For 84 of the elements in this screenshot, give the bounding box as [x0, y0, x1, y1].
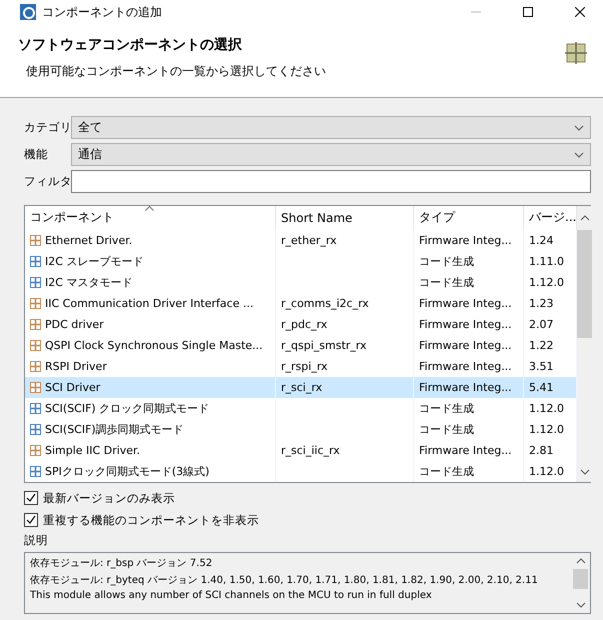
- table-cell: コード生成: [414, 250, 524, 272]
- grid-tile-icon: [30, 276, 41, 288]
- table-cell: Firmware Integ...: [414, 376, 524, 398]
- grid-tile-icon: [30, 402, 41, 414]
- table-cell: r_comms_i2c_rx: [276, 292, 414, 314]
- maximize-icon: [523, 7, 533, 17]
- table-cell: コード生成: [414, 272, 524, 293]
- table-row[interactable]: I2C スレーブモード コード生成 1.11.0: [25, 250, 578, 272]
- column-header[interactable]: コンポーネント: [25, 206, 276, 230]
- component-cell: PDC driver: [25, 314, 276, 335]
- component-cell: Simple IIC Driver.: [25, 440, 276, 462]
- table-cell: コード生成: [414, 398, 524, 419]
- table-cell: コード生成: [414, 461, 524, 482]
- window-title: コンポーネントの追加: [42, 4, 163, 20]
- field-label: 機能: [24, 147, 49, 162]
- filter-field[interactable]: [71, 170, 591, 193]
- table-row[interactable]: SPIクロック同期式モード(3線式) コード生成 1.12.0: [25, 461, 578, 482]
- grid-icon: [565, 42, 587, 64]
- checkbox-label: 最新バージョンのみ表示: [43, 490, 175, 506]
- close-icon: [575, 7, 585, 17]
- table-row[interactable]: Ethernet Driver. r_ether_rx Firmware Integ... 1.24: [25, 230, 578, 251]
- table-row[interactable]: SCI(SCIF) クロック同期式モード コード生成 1.12.0: [25, 398, 578, 419]
- app-icon: [20, 4, 36, 20]
- table-row[interactable]: SCI Driver r_sci_rx Firmware Integ... 5.41: [25, 376, 578, 398]
- component-cell: I2C マスタモード: [25, 272, 276, 293]
- chevron-down-icon[interactable]: [574, 152, 584, 158]
- table-row[interactable]: PDC driver r_pdc_rx Firmware Integ... 2.07: [25, 314, 578, 335]
- scrollbar[interactable]: [577, 206, 592, 482]
- section-label: 説明: [24, 533, 49, 548]
- checkbox[interactable]: [24, 513, 38, 527]
- component-cell: SCI(SCIF) クロック同期式モード: [25, 398, 276, 419]
- column-header[interactable]: Short Name: [276, 206, 414, 230]
- component-cell: IIC Communication Driver Interface ...: [25, 292, 276, 314]
- sort-caret-icon: [145, 206, 154, 211]
- grid-square-icon: [30, 234, 41, 246]
- grid-tile-icon: [30, 424, 41, 435]
- grid-square-icon: [30, 382, 41, 393]
- field-label: フィルタ: [24, 174, 71, 189]
- table-cell: r_pdc_rx: [276, 314, 414, 335]
- component-cell: I2C スレーブモード: [25, 250, 276, 272]
- description-line: This module allows any number of SCI channels on the MCU to run in full duplex: [30, 590, 433, 601]
- table-cell: r_sci_rx: [276, 376, 414, 398]
- description-line: 依存モジュール: r_byteq バージョン 1.40, 1.50, 1.60, 1.70, 1.71, 1.80, 1.81, 1.82, 1.90, 2.00, 2.10, 2.11: [30, 574, 539, 587]
- scroll-down-icon[interactable]: [576, 602, 586, 608]
- component-cell: SCI Driver: [25, 376, 276, 398]
- table-cell: r_ether_rx: [276, 230, 414, 251]
- component-cell: QSPI Clock Synchronous Single Maste...: [25, 334, 276, 356]
- grid-square-icon: [30, 340, 41, 351]
- scroll-up-icon[interactable]: [576, 558, 586, 564]
- minimize-icon: [471, 11, 481, 13]
- grid-tile-icon: [30, 256, 41, 267]
- field-label: カテゴリ: [24, 120, 71, 135]
- scroll-up-icon[interactable]: [580, 215, 590, 221]
- grid-square-icon: [30, 360, 41, 372]
- page-title: ソフトウェアコンポーネントの選択: [18, 36, 243, 54]
- table-cell: r_qspi_smstr_rx: [276, 334, 414, 356]
- component-cell: SCI(SCIF)調歩同期式モード: [25, 418, 276, 440]
- chevron-down-icon[interactable]: [574, 124, 584, 130]
- function-dropdown[interactable]: 通信: [71, 143, 591, 166]
- checkbox-label: 重複する機能のコンポーネントを非表示: [43, 512, 259, 528]
- scroll-down-icon[interactable]: [580, 469, 590, 475]
- table-cell: Firmware Integ...: [414, 230, 524, 251]
- grid-square-icon: [30, 318, 41, 330]
- table-row[interactable]: I2C マスタモード コード生成 1.12.0: [25, 272, 578, 293]
- table-row[interactable]: IIC Communication Driver Interface ... r_comms_i2c_rx Firmware Integ... 1.23: [25, 292, 578, 314]
- table-row[interactable]: SCI(SCIF)調歩同期式モード コード生成 1.12.0: [25, 418, 578, 440]
- table-cell: Firmware Integ...: [414, 440, 524, 462]
- category-dropdown[interactable]: 全て: [71, 116, 591, 139]
- grid-tile-icon: [30, 466, 41, 478]
- table-cell: コード生成: [414, 418, 524, 440]
- column-header[interactable]: タイプ: [414, 206, 524, 230]
- grid-square-icon: [30, 445, 41, 456]
- component-cell: Ethernet Driver.: [25, 230, 276, 251]
- table-row[interactable]: QSPI Clock Synchronous Single Maste... r_qspi_smstr_rx Firmware Integ... 1.22: [25, 334, 578, 356]
- grid-square-icon: [30, 298, 41, 309]
- description-line: 依存モジュール: r_bsp バージョン 7.52: [30, 557, 214, 570]
- table-cell: Firmware Integ...: [414, 334, 524, 356]
- page-subtitle: 使用可能なコンポーネントの一覧から選択してください: [25, 63, 327, 80]
- table-cell: r_sci_iic_rx: [276, 440, 414, 462]
- table-cell: Firmware Integ...: [414, 292, 524, 314]
- table-cell: Firmware Integ...: [414, 314, 524, 335]
- component-cell: SPIクロック同期式モード(3線式): [25, 461, 276, 482]
- checkbox[interactable]: [24, 491, 38, 505]
- table-row[interactable]: Simple IIC Driver. r_sci_iic_rx Firmware Integ... 2.81: [25, 440, 578, 462]
